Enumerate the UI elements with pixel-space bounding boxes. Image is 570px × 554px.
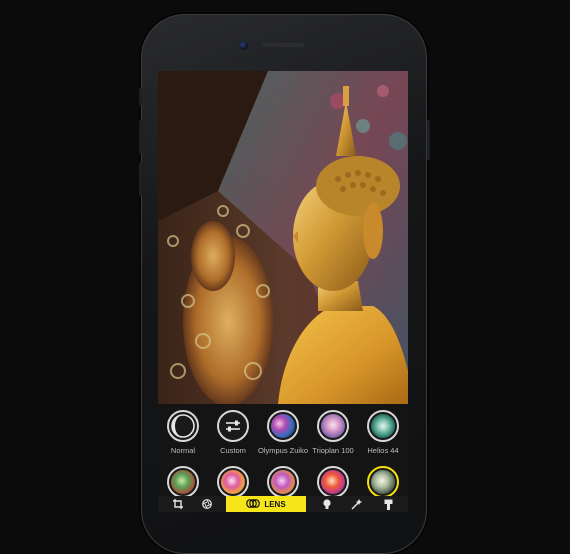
sliders-icon (217, 410, 249, 442)
crop-icon[interactable] (166, 496, 190, 512)
lens-orb-icon (317, 466, 349, 498)
lens-option[interactable] (161, 466, 205, 498)
photo-preview (158, 71, 408, 404)
volume-up-button (139, 120, 142, 154)
lens-icon (246, 498, 261, 510)
lens-option-helios-44[interactable]: Helios 44 (361, 410, 405, 455)
volume-down-button (139, 162, 142, 196)
mute-switch (139, 88, 142, 106)
aperture-icon[interactable] (195, 496, 219, 512)
lens-option-normal[interactable]: Normal (161, 410, 205, 455)
lens-orb-icon (267, 466, 299, 498)
bottom-toolbar: LENS (158, 496, 408, 512)
circle-half-icon (167, 410, 199, 442)
lens-option-selected[interactable] (361, 466, 405, 498)
lens-orb-icon (367, 410, 399, 442)
lens-option[interactable] (261, 466, 305, 498)
lens-orb-icon (217, 466, 249, 498)
lightbulb-icon[interactable] (315, 496, 339, 512)
earpiece-speaker (262, 43, 304, 47)
magic-wand-icon[interactable] (344, 496, 368, 512)
lens-option[interactable] (311, 466, 355, 498)
power-button (427, 120, 430, 160)
lens-option[interactable] (211, 466, 255, 498)
lens-orb-icon (267, 410, 299, 442)
lens-option-custom[interactable]: Custom (211, 410, 255, 455)
brush-icon[interactable] (376, 496, 400, 512)
lens-orb-icon (317, 410, 349, 442)
lens-option-olympus-zuiko[interactable]: Olympus Zuiko (258, 410, 308, 455)
lens-panel: Normal Custom Olympus Zuiko Trioplan 100… (158, 404, 408, 512)
lens-tab[interactable]: LENS (226, 496, 306, 512)
lens-label: Helios 44 (367, 446, 399, 455)
lens-orb-icon (367, 466, 399, 498)
lens-tab-label: LENS (264, 499, 286, 509)
lens-orb-icon (167, 466, 199, 498)
front-camera (239, 41, 248, 50)
lens-option-trioplan-100[interactable]: Trioplan 100 (311, 410, 355, 455)
screen: Normal Custom Olympus Zuiko Trioplan 100… (158, 71, 408, 512)
